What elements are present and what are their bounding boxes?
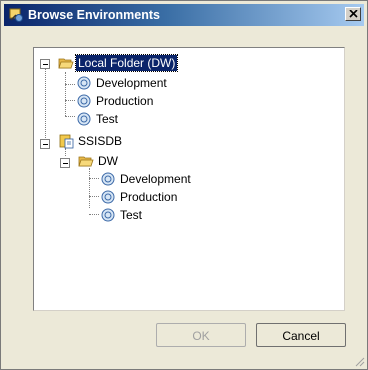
environment-icon — [101, 190, 115, 204]
dialog-title: Browse Environments — [28, 8, 160, 22]
collapse-folder-toggle[interactable] — [40, 59, 50, 69]
tree-item-local-folder[interactable]: Local Folder (DW) — [74, 54, 179, 72]
resize-grip-icon[interactable] — [353, 355, 365, 367]
ok-button[interactable]: OK — [156, 323, 246, 347]
collapse-dw-toggle[interactable] — [60, 158, 70, 168]
cancel-button[interactable]: Cancel — [256, 323, 346, 347]
environment-tree[interactable]: Local Folder (DW) Development Production… — [33, 47, 345, 311]
environment-icon — [77, 76, 91, 90]
tree-item-production[interactable]: Production — [94, 93, 155, 109]
environment-icon — [101, 208, 115, 222]
collapse-catalog-toggle[interactable] — [40, 139, 50, 149]
environment-icon — [101, 172, 115, 186]
environment-icon — [77, 94, 91, 108]
title-bar[interactable]: Browse Environments — [4, 4, 364, 26]
ssisdb-catalog-icon — [59, 134, 74, 149]
environment-icon — [77, 112, 91, 126]
close-button[interactable] — [345, 7, 361, 21]
tree-item-development[interactable]: Development — [94, 75, 169, 91]
tree-item-dw-test[interactable]: Test — [118, 207, 144, 223]
folder-open-icon — [78, 156, 94, 167]
close-icon — [349, 10, 358, 18]
environment-browse-icon — [9, 8, 23, 22]
tree-item-ssisdb[interactable]: SSISDB — [76, 133, 124, 149]
tree-item-dw[interactable]: DW — [96, 153, 120, 169]
tree-item-dw-development[interactable]: Development — [118, 171, 193, 187]
tree-item-test[interactable]: Test — [94, 111, 120, 127]
browse-environments-dialog: Browse Environments Local Folder (DW) De… — [0, 0, 368, 370]
tree-item-dw-production[interactable]: Production — [118, 189, 179, 205]
folder-open-icon — [58, 58, 74, 69]
